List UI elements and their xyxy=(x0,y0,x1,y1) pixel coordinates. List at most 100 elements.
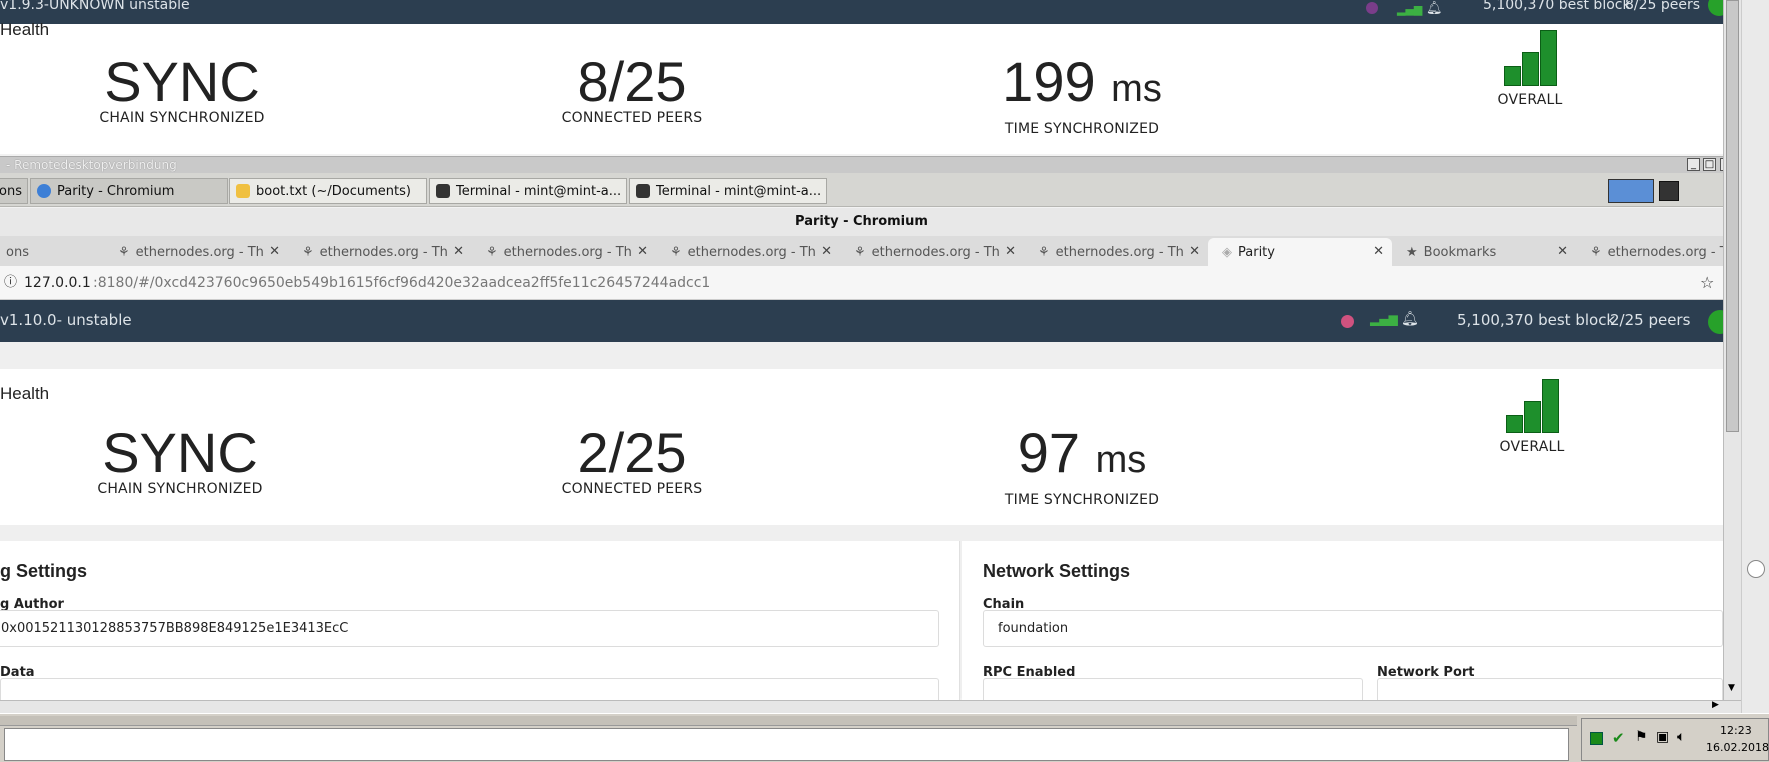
mining-settings-title: g Settings xyxy=(0,561,88,581)
tab-parity[interactable]: ◈ Parity ✕ xyxy=(1208,238,1392,266)
top-version: v1.9.3-UNKNOWN unstable xyxy=(0,0,190,13)
task-item-terminal[interactable]: Terminal - mint@mint-a... xyxy=(429,178,627,204)
ethernodes-icon: ⚘ xyxy=(486,244,498,260)
task-label: boot.txt (~/Documents) xyxy=(256,183,411,199)
metric-caption: CONNECTED PEERS xyxy=(561,110,703,126)
task-item-terminal[interactable]: Terminal - mint@mint-a... xyxy=(629,178,827,204)
tab-bookmarks[interactable]: ★ Bookmarks ✕ xyxy=(1392,238,1576,266)
top-health-title: Health xyxy=(0,20,50,39)
task-item-chromium[interactable]: Parity - Chromium xyxy=(30,178,228,204)
metric-overall: OVERALL xyxy=(1482,377,1582,455)
clock-date[interactable]: 16.02.2018 xyxy=(1706,741,1769,754)
tab[interactable]: ⚘ ethernodes.org - Th ✕ xyxy=(656,238,840,266)
horizontal-scrollbar[interactable]: ▶ xyxy=(0,700,1741,713)
metric-caption: CHAIN SYNCHRONIZED xyxy=(97,481,263,497)
scroll-right-icon[interactable]: ▶ xyxy=(1712,700,1719,710)
tab-label: ethernodes.org - Th xyxy=(1055,244,1184,260)
status-icon xyxy=(1341,315,1354,328)
status-icon xyxy=(1366,2,1378,14)
chromium-icon xyxy=(37,184,51,198)
close-tab-icon[interactable]: ✕ xyxy=(1373,244,1384,259)
tab[interactable]: ⚘ ethernodes.org - Th ✕ xyxy=(1024,238,1208,266)
minimize-button[interactable]: _ xyxy=(1687,158,1700,171)
info-icon[interactable]: ⓘ xyxy=(4,266,17,300)
clock-time[interactable]: 12:23 xyxy=(1720,724,1752,737)
tab[interactable]: ons xyxy=(0,238,96,266)
flag-icon[interactable]: ⚑ xyxy=(1635,729,1648,745)
close-tab-icon[interactable]: ✕ xyxy=(1557,244,1568,259)
tab-label: ethernodes.org - Th xyxy=(135,244,264,260)
shield-icon xyxy=(1747,560,1765,578)
top-health-panel: Health SYNC CHAIN SYNCHRONIZED 8/25 CONN… xyxy=(0,20,1723,154)
vertical-scrollbar[interactable]: ▼ xyxy=(1723,0,1741,700)
metric-value: 199 xyxy=(1002,50,1096,113)
ethernodes-icon: ⚘ xyxy=(670,244,682,260)
parity-version: v1.10.0- unstable xyxy=(0,311,132,329)
task-label: ons xyxy=(0,183,22,199)
bookmark-star-icon[interactable]: ☆ xyxy=(1700,266,1714,300)
system-taskbar: ✔ ⚑ ▣ 🔈︎ 12:23 16.02.2018 xyxy=(0,713,1769,762)
metric-caption: OVERALL xyxy=(1499,439,1565,455)
tab-label: ethernodes.org - Th xyxy=(1607,244,1723,260)
metric-value: SYNC xyxy=(104,50,260,113)
stop-icon[interactable] xyxy=(1590,732,1603,745)
metric-caption: TIME SYNCHRONIZED xyxy=(1004,121,1160,137)
check-icon[interactable]: ✔ xyxy=(1612,729,1625,747)
close-tab-icon[interactable]: ✕ xyxy=(269,244,280,259)
tab[interactable]: ⚘ ethernodes.org - Th ✕ xyxy=(288,238,472,266)
parity-main: Health SYNC CHAIN SYNCHRONIZED 2/25 CONN… xyxy=(0,342,1723,715)
star-icon: ★ xyxy=(1406,244,1418,260)
top-parity-header: v1.9.3-UNKNOWN unstable ▂▄▆ 🔔︎ 5,100,370… xyxy=(0,0,1730,24)
taskbar-input[interactable] xyxy=(4,728,1569,761)
signal-icon: ▂▄▆ xyxy=(1397,3,1423,16)
parity-header: v1.10.0- unstable ▂▄▆ 🔔︎ 5,100,370 best … xyxy=(0,300,1732,342)
tab[interactable]: ⚘ ethernodes.org - Th xyxy=(1576,238,1723,266)
scroll-thumb[interactable] xyxy=(1726,0,1739,432)
top-metric-time: 199 ms TIME SYNCHRONIZED xyxy=(982,54,1182,138)
health-title: Health xyxy=(0,384,50,403)
metric-value: SYNC xyxy=(102,421,258,484)
bell-icon[interactable]: 🔔︎ xyxy=(1401,311,1419,327)
tab[interactable]: ⚘ ethernodes.org - Th ✕ xyxy=(472,238,656,266)
tab-label: ons xyxy=(6,244,29,260)
tab-strip: ons ⚘ ethernodes.org - Th ✕ ⚘ ethernodes.or… xyxy=(0,236,1723,266)
task-label: Parity - Chromium xyxy=(57,183,175,199)
tab-label: Parity xyxy=(1238,244,1275,260)
close-tab-icon[interactable]: ✕ xyxy=(1189,244,1200,259)
ethernodes-icon: ⚘ xyxy=(302,244,314,260)
tab-label: Bookmarks xyxy=(1423,244,1497,260)
top-peers: 8/25 peers xyxy=(1625,0,1701,13)
parity-icon: ◈ xyxy=(1222,244,1232,260)
terminal-icon xyxy=(636,184,650,198)
volume-icon[interactable]: 🔈︎ xyxy=(1677,729,1685,745)
mining-settings-card: g Settings g Author 0x001521130128853757… xyxy=(0,541,960,715)
maximize-button[interactable]: □ xyxy=(1703,158,1716,171)
chain-field[interactable]: foundation xyxy=(983,610,1723,647)
url-path: :8180/#/0xcd423760c9650eb549b1615f6cf96d… xyxy=(93,275,711,291)
metric-value: 97 xyxy=(1017,421,1081,484)
address-bar[interactable]: ⓘ 127.0.0.1 :8180/#/0xcd423760c9650eb549… xyxy=(0,266,1723,300)
metric-caption: TIME SYNCHRONIZED xyxy=(1004,492,1160,508)
ethernodes-icon: ⚘ xyxy=(854,244,866,260)
scroll-down-icon[interactable]: ▼ xyxy=(1728,683,1735,693)
tab-label: ethernodes.org - Th xyxy=(503,244,632,260)
window-list: ons Parity - Chromium boot.txt (~/Docume… xyxy=(0,173,1741,376)
network-icon[interactable]: ▣ xyxy=(1656,729,1669,745)
metric-unit: ms xyxy=(1111,68,1162,110)
terminal-tray-icon[interactable] xyxy=(1659,181,1679,201)
url-host: 127.0.0.1 xyxy=(24,275,91,291)
task-item-boot[interactable]: boot.txt (~/Documents) xyxy=(229,178,427,204)
close-tab-icon[interactable]: ✕ xyxy=(637,244,648,259)
close-tab-icon[interactable]: ✕ xyxy=(821,244,832,259)
chrome-tray-icon[interactable] xyxy=(1608,179,1654,203)
close-tab-icon[interactable]: ✕ xyxy=(1005,244,1016,259)
task-item[interactable]: ons xyxy=(0,178,28,204)
author-field[interactable]: 0x001521130128853757BB898E849125e1E3413E… xyxy=(0,610,939,647)
close-tab-icon[interactable]: ✕ xyxy=(453,244,464,259)
tab[interactable]: ⚘ ethernodes.org - Th ✕ xyxy=(104,238,288,266)
peer-count: 2/25 peers xyxy=(1610,311,1691,329)
metric-caption: OVERALL xyxy=(1497,92,1563,108)
bell-icon[interactable]: 🔔︎ xyxy=(1426,1,1443,16)
quick-launch-strip xyxy=(0,716,1577,726)
tab[interactable]: ⚘ ethernodes.org - Th ✕ xyxy=(840,238,1024,266)
